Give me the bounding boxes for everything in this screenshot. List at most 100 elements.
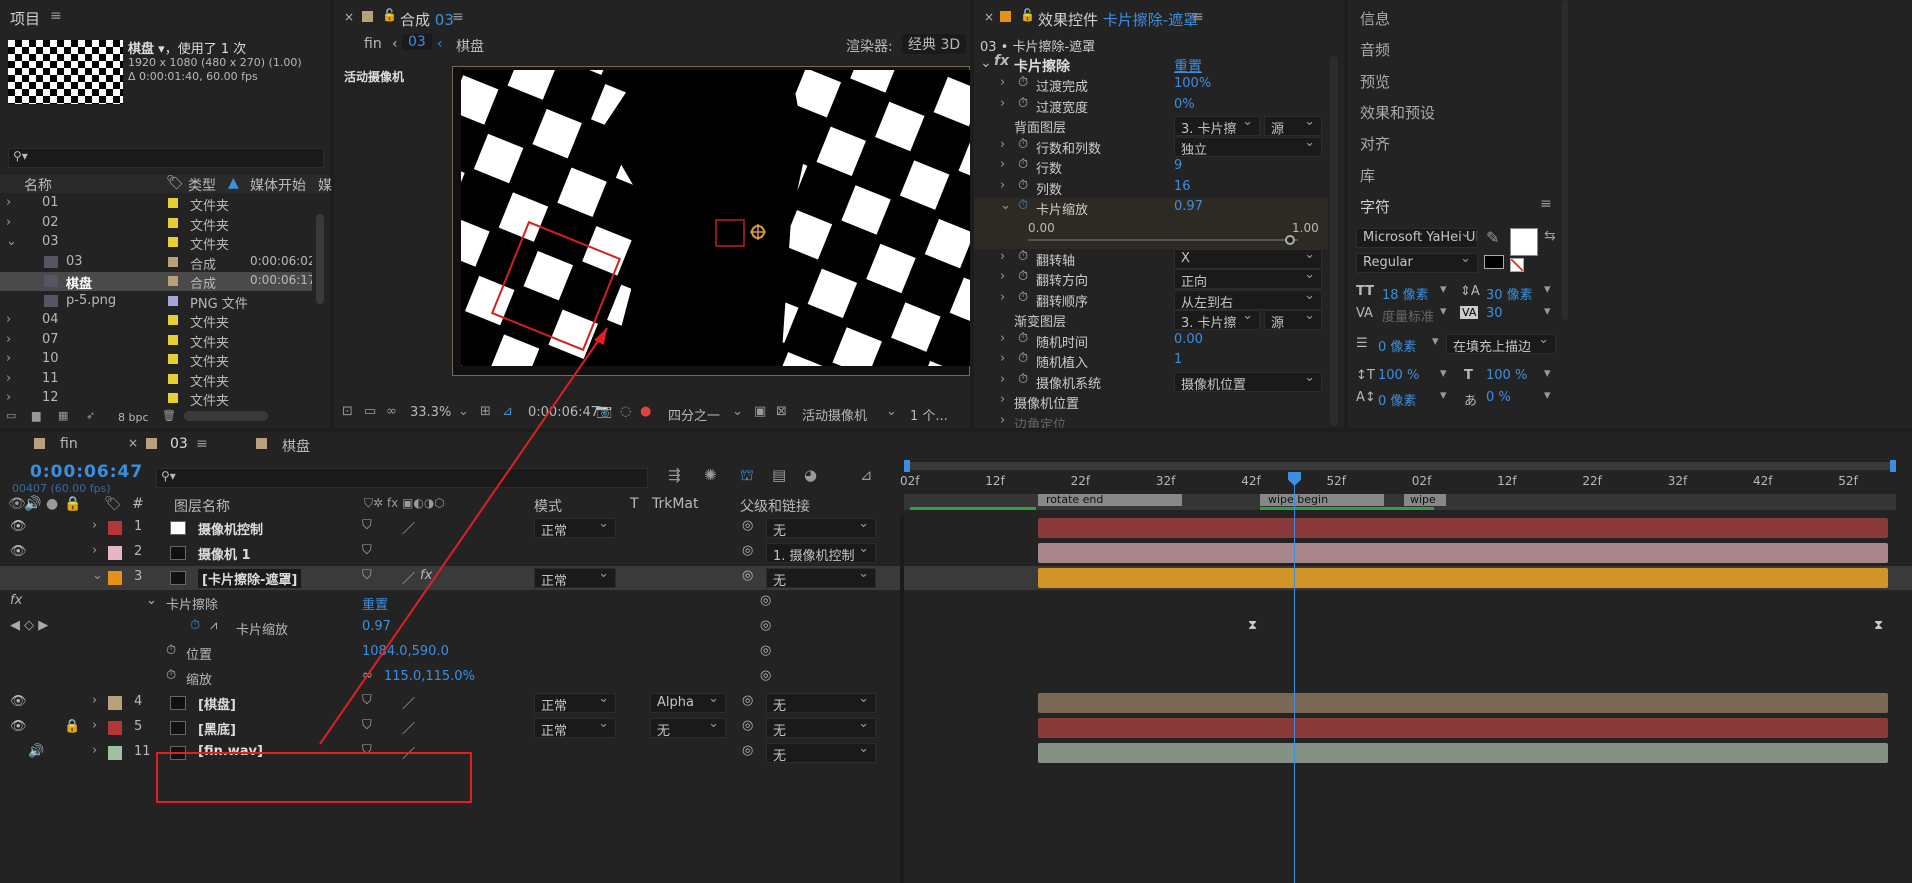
effect-prop-value[interactable]: 9: [1174, 158, 1182, 173]
shy-switch-icon[interactable]: ⛉: [362, 693, 372, 708]
crumb-qipan[interactable]: 棋盘: [456, 36, 484, 56]
shy-switch-icon[interactable]: ⛉: [362, 743, 372, 758]
shy-switch-icon[interactable]: ⛉: [362, 718, 372, 733]
baseline-value[interactable]: 0 像素: [1378, 390, 1416, 409]
dropdown-icon[interactable]: ▾: [1432, 334, 1439, 349]
label-swatch[interactable]: [108, 521, 122, 535]
fill-color-swatch[interactable]: [1510, 228, 1538, 256]
quality-icon[interactable]: ／: [402, 693, 415, 712]
expand-icon[interactable]: ›: [1000, 157, 1005, 172]
graph-icon[interactable]: ⩘: [210, 618, 217, 633]
effect-prop-row[interactable]: › 边角定位: [974, 413, 1328, 429]
stopwatch-icon[interactable]: ⏱: [1018, 290, 1028, 305]
dropdown-icon[interactable]: ▾: [1440, 282, 1447, 297]
work-area-start[interactable]: [904, 460, 910, 472]
project-row[interactable]: › 12 文件夹: [0, 389, 312, 408]
layer-duration-bar[interactable]: [1038, 518, 1888, 538]
label-swatch[interactable]: [168, 315, 178, 325]
expand-icon[interactable]: ›: [1000, 137, 1005, 152]
swap-colors-icon[interactable]: ⇆: [1544, 228, 1556, 244]
camera-icon[interactable]: 📷: [596, 404, 612, 419]
effect-prop-row[interactable]: ⌄ ⏱ 卡片缩放 0.97: [974, 198, 1328, 219]
effect-prop-select[interactable]: 独立: [1174, 136, 1322, 157]
effect-prop-select[interactable]: 摄像机位置: [1174, 371, 1322, 392]
menu-icon[interactable]: ≡: [1192, 9, 1204, 25]
layer-select[interactable]: 3. 卡片擦: [1174, 116, 1260, 136]
dropdown-icon[interactable]: ▾: [1544, 388, 1551, 403]
dropdown-icon[interactable]: ▾: [1544, 282, 1551, 297]
lock-icon[interactable]: 🔒: [64, 719, 80, 734]
stroke-width-value[interactable]: 0 像素: [1378, 336, 1416, 355]
expand-icon[interactable]: ›: [6, 351, 11, 366]
layer-row[interactable]: 👁 › 2 摄像机 1 ⛉ ◎ 1. 摄像机控制: [0, 541, 1912, 565]
expand-icon[interactable]: ›: [92, 518, 97, 533]
effect-prop-row[interactable]: › ⏱ 行数和列数 独立: [974, 136, 1328, 158]
font-style-select[interactable]: Regular: [1356, 253, 1478, 273]
project-row[interactable]: › 11 文件夹: [0, 370, 312, 390]
pickwhip-icon[interactable]: ◎: [760, 643, 771, 658]
label-swatch[interactable]: [168, 237, 178, 247]
dropdown-icon[interactable]: ▾: [1440, 388, 1447, 403]
stopwatch-icon[interactable]: ⏱: [1018, 372, 1028, 387]
layer-duration-bar[interactable]: [1038, 543, 1888, 563]
grid-icon[interactable]: ⊠: [776, 404, 787, 419]
camera-dropdown-icon[interactable]: ⌄: [886, 404, 897, 419]
col-parent[interactable]: 父级和链接: [740, 496, 810, 516]
trash-icon[interactable]: 🗑: [162, 409, 176, 422]
time-ruler[interactable]: 02f 12f 22f 32f 42f 52f 02f 12f 22f 32f 42f 52f rot…: [900, 460, 1896, 514]
lock-icon[interactable]: 🔓: [1020, 8, 1035, 22]
flowchart-icon[interactable]: ➶: [86, 409, 95, 422]
stopwatch-icon[interactable]: ⏱: [1018, 331, 1028, 346]
label-swatch[interactable]: [168, 198, 178, 208]
current-time[interactable]: 0:00:06:47: [528, 405, 599, 420]
zoom-dropdown-icon[interactable]: ⌄: [458, 404, 469, 419]
stopwatch-icon[interactable]: ⏱: [1018, 351, 1028, 366]
label-swatch[interactable]: [168, 393, 178, 403]
collapse-icon[interactable]: ⌄: [980, 55, 992, 71]
bpc-label[interactable]: 8 bpc: [118, 411, 149, 424]
blend-mode-select[interactable]: 正常: [534, 568, 616, 588]
project-row[interactable]: › 04 文件夹: [0, 311, 312, 331]
panel-item[interactable]: 库: [1360, 165, 1375, 186]
expand-icon[interactable]: ›: [92, 543, 97, 558]
pickwhip-icon[interactable]: ◎: [742, 568, 753, 583]
quality-icon[interactable]: ／: [402, 743, 415, 762]
label-swatch[interactable]: [168, 334, 178, 345]
panel-item[interactable]: 效果和预设: [1360, 102, 1435, 123]
keyframe-nav-icon[interactable]: ◀ ◇ ▶: [10, 618, 48, 633]
shy-switch-icon[interactable]: ⛉: [362, 568, 372, 583]
fast-preview-icon[interactable]: ▣: [754, 404, 766, 419]
col-layer-name[interactable]: 图层名称: [174, 496, 230, 516]
layer-duration-bar[interactable]: [1038, 718, 1888, 738]
quality-icon[interactable]: ／: [402, 518, 415, 537]
dropdown-icon[interactable]: ▾: [1544, 366, 1551, 381]
stopwatch-icon[interactable]: ⏱: [1018, 96, 1028, 111]
color-icon[interactable]: ●: [640, 404, 651, 419]
layer-duration-bar[interactable]: [1038, 693, 1888, 713]
effect-prop-select[interactable]: 从左到右: [1174, 289, 1322, 310]
stopwatch-icon[interactable]: ⏱: [1018, 75, 1028, 90]
stopwatch-icon[interactable]: ⏱: [166, 668, 176, 683]
stopwatch-icon[interactable]: ⏱: [166, 643, 176, 658]
blend-mode-select[interactable]: 正常: [534, 693, 616, 713]
label-swatch[interactable]: [108, 746, 122, 760]
source-select[interactable]: 源: [1264, 116, 1322, 136]
card-scale-slider[interactable]: 0.00 1.00: [974, 218, 1328, 249]
shy-switch-icon[interactable]: ⛉: [362, 543, 372, 558]
slider-track[interactable]: [1028, 238, 1298, 241]
effect-prop-row[interactable]: › ⏱ 翻转轴 X: [974, 248, 1328, 270]
project-title[interactable]: 项目: [10, 8, 40, 29]
panel-item[interactable]: 对齐: [1360, 133, 1390, 154]
layer-name[interactable]: [棋盘]: [198, 694, 236, 713]
menu-icon[interactable]: ≡: [196, 436, 208, 452]
layer-row[interactable]: ⌄ 3 [卡片擦除-遮罩] ⛉ ／ fx 正常 ◎ 无: [0, 566, 1912, 590]
marker-rotate-end[interactable]: rotate end: [1046, 493, 1103, 506]
project-row[interactable]: p-5.png PNG 文件: [0, 292, 312, 312]
interpret-icon[interactable]: ▭: [6, 409, 16, 422]
expand-icon[interactable]: ›: [1000, 75, 1005, 90]
parent-select[interactable]: 无: [766, 693, 876, 713]
visibility-icon[interactable]: 👁: [10, 544, 27, 559]
effect-prop-value[interactable]: 100%: [1174, 76, 1211, 91]
menu-icon[interactable]: ≡: [452, 9, 464, 25]
expand-icon[interactable]: ›: [6, 195, 11, 210]
